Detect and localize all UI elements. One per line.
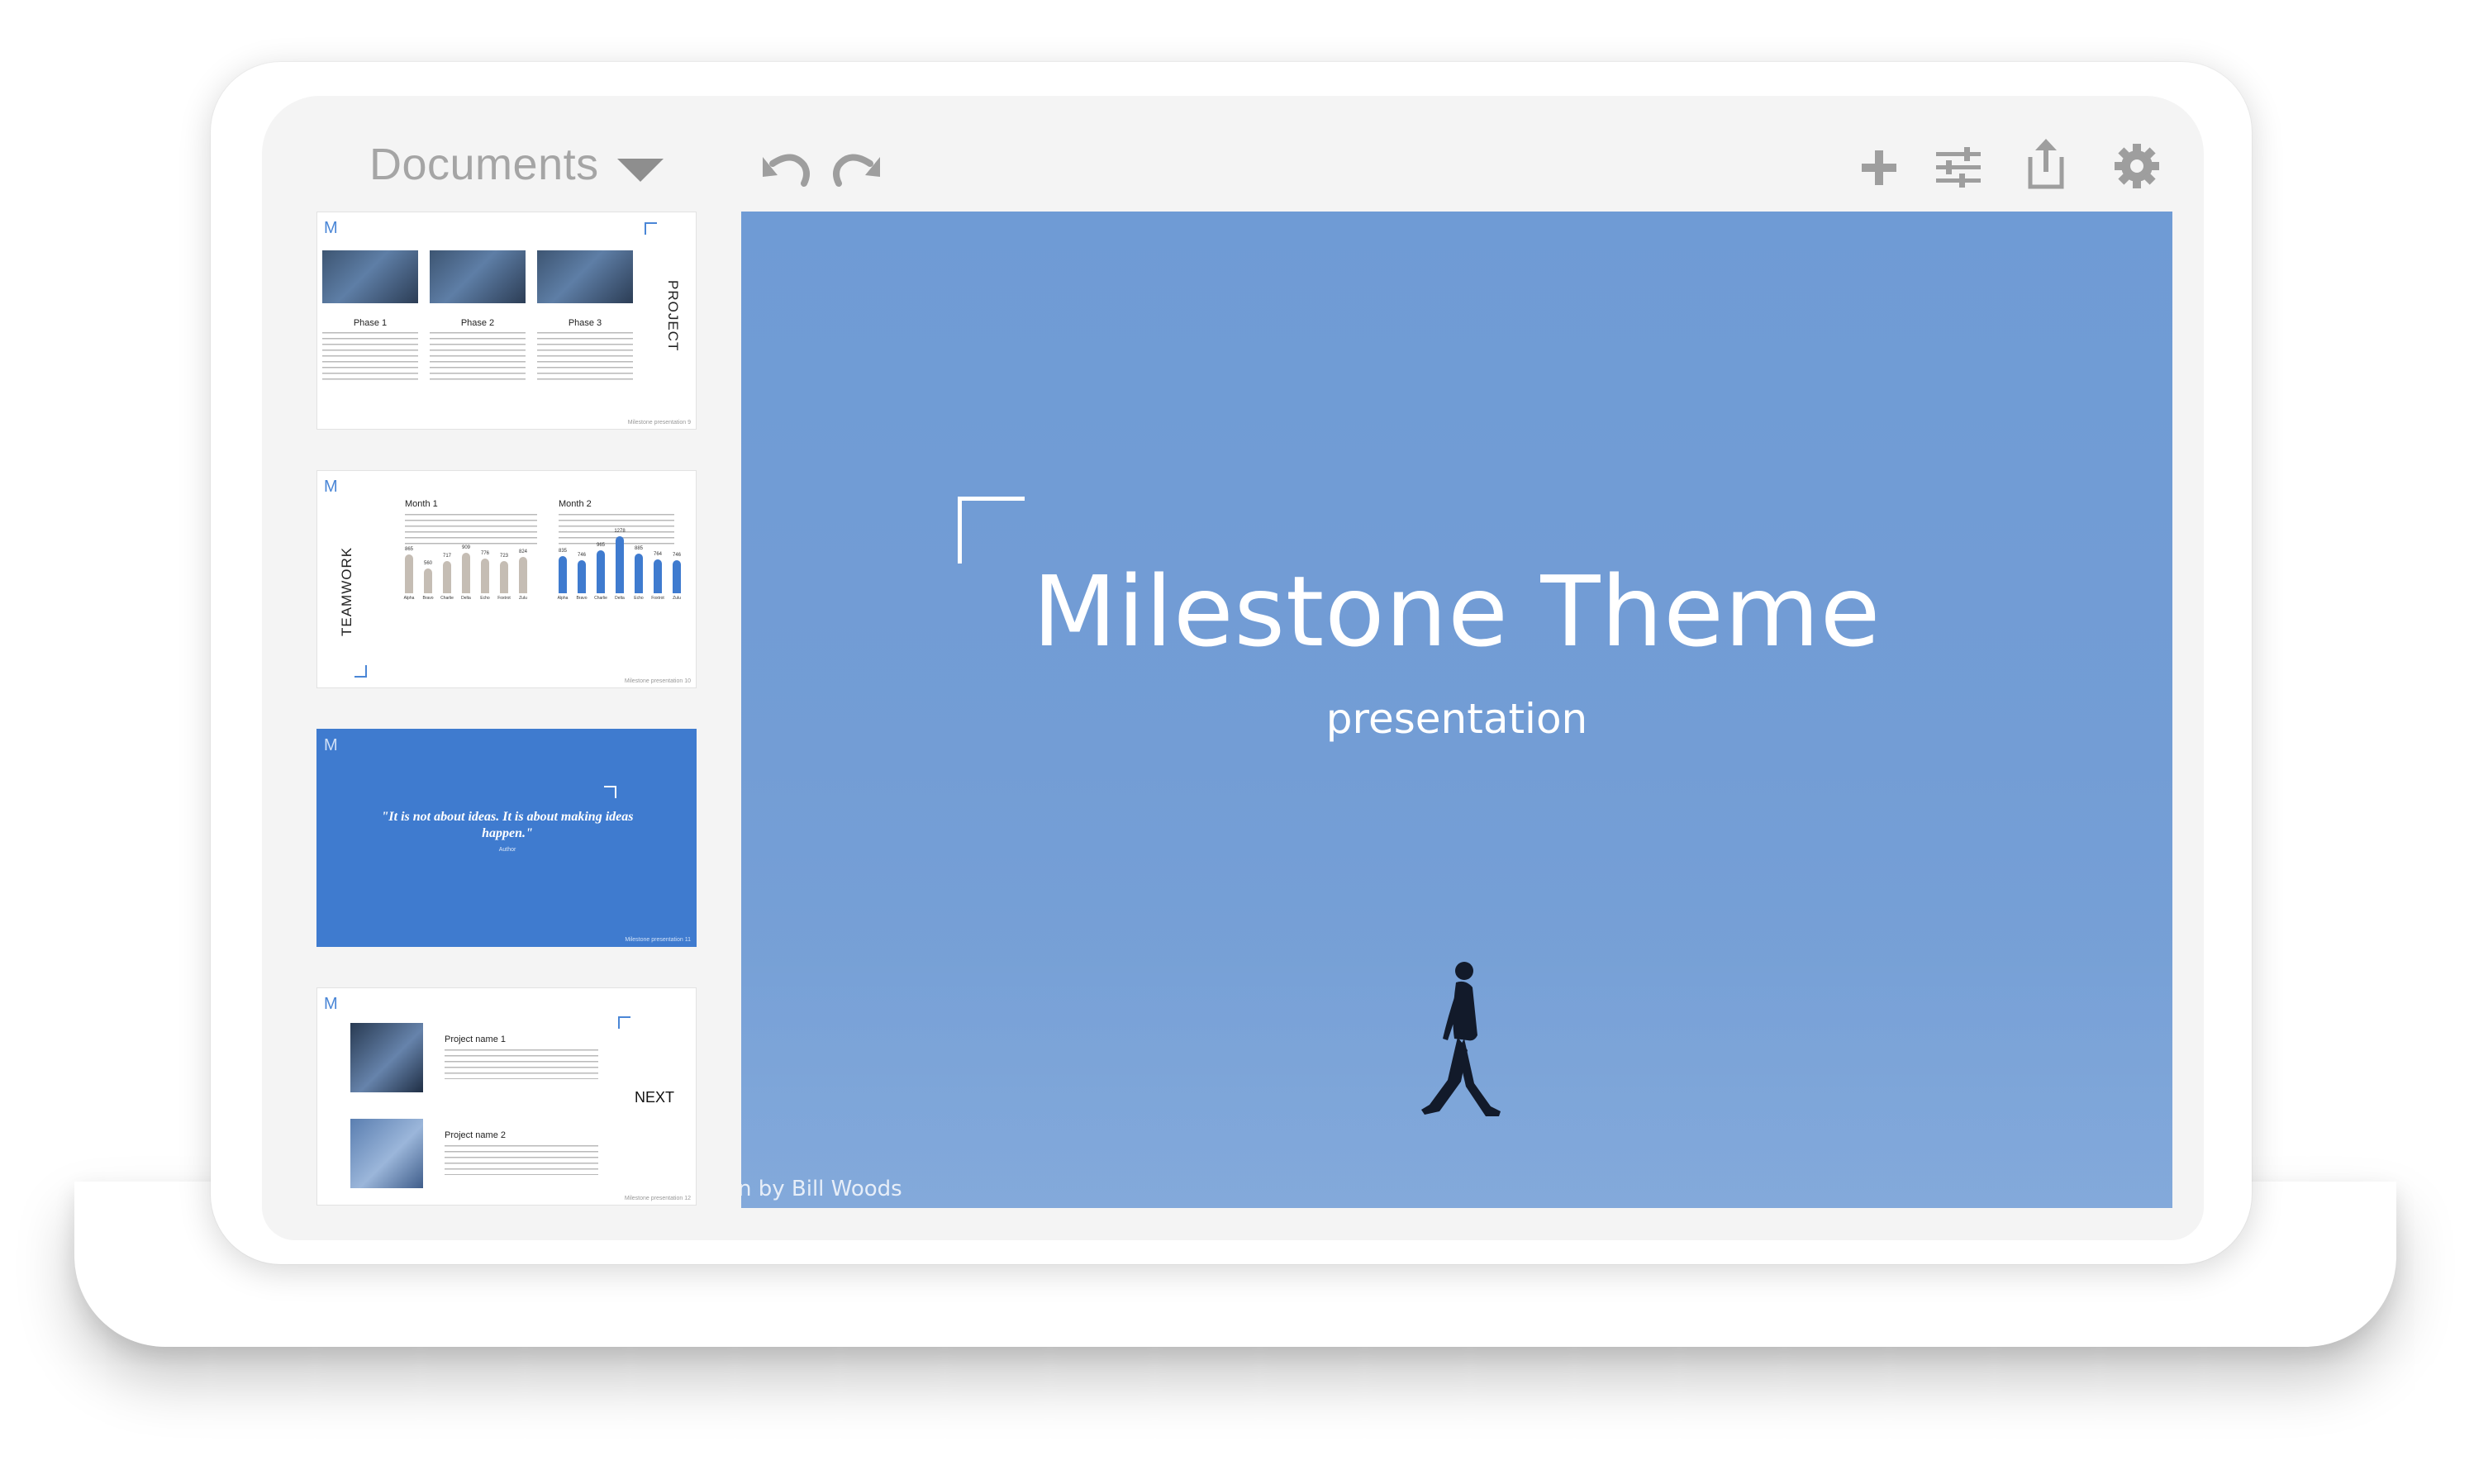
logo-m: M [324, 736, 338, 754]
chart-2-bar-zulu [673, 560, 681, 593]
photo-credit: n by Bill Woods [741, 1177, 902, 1201]
corner-mark-icon [618, 1016, 630, 1029]
slide-footer: Milestone presentation 11 [625, 937, 691, 943]
chart-1-value-label: 824 [518, 549, 527, 554]
chart-2-value-label: 885 [634, 546, 643, 551]
project-1-body [445, 1049, 598, 1079]
project-1-image [350, 1023, 423, 1092]
corner-mark-icon [604, 786, 616, 798]
logo-m: M [324, 995, 338, 1013]
chart-2-category-label: Charlie [594, 596, 607, 601]
phase-2-image [430, 250, 526, 303]
chart-2-category-label: Zulu [673, 596, 681, 601]
slide-thumbnail-4[interactable]: M Project name 1 Project name 2 NEXT Mil… [316, 987, 697, 1206]
teamwork-vertical-label: TEAMWORK [339, 546, 354, 636]
slide-thumbnail-1[interactable]: M Phase 1 Phase 2 Phase 3 PROJECT Milest… [316, 212, 697, 430]
chart-1-category-label: Delta [461, 596, 471, 601]
next-label: NEXT [635, 1089, 675, 1106]
chart-1-value-label: 723 [499, 554, 508, 559]
sliders-icon[interactable] [1934, 145, 1982, 190]
chart-1-bar-zulu [519, 557, 527, 593]
slide-footer: Milestone presentation 9 [627, 420, 691, 426]
chart-2-bar-delta [616, 536, 624, 593]
chart-2-category-label: Foxtrot [651, 596, 664, 601]
chart-2-category-label: Alpha [557, 596, 569, 601]
chart-2-value-label: 746 [577, 553, 586, 558]
chart-1-category-label: Echo [480, 596, 490, 601]
chart-2-value-label: 965 [596, 543, 605, 548]
chart-1-bar-charlie [443, 561, 451, 593]
phase-3-image [537, 250, 633, 303]
chart-1-value-label: 776 [480, 551, 489, 556]
chart-1-category-label: Foxtrot [497, 596, 511, 601]
chart-2-value-label: 764 [653, 552, 662, 557]
chart-2-bar-foxtrot [654, 559, 662, 593]
chart-2-category-label: Echo [634, 596, 644, 601]
phase-1-caption: Phase 1 [353, 318, 388, 328]
corner-mark-icon [645, 222, 657, 235]
chart-2-value-label: 1278 [614, 529, 626, 534]
chart-2-value-label: 835 [558, 549, 567, 554]
phase-3-body [537, 332, 633, 380]
chart-2-bar-alpha [559, 556, 567, 593]
chart-2-category-label: Delta [615, 596, 625, 601]
corner-mark-icon [354, 665, 367, 678]
chart-1-bar-alpha [405, 554, 413, 593]
slide-thumbnail-3[interactable]: M "It is not about ideas. It is about ma… [316, 729, 697, 947]
slide-footer: Milestone presentation 12 [624, 1196, 691, 1201]
chart-1-category-label: Alpha [403, 596, 415, 601]
chart-1-value-label: 717 [442, 554, 451, 559]
quote-author: Author [498, 847, 516, 853]
app-screen: Documents M Phase 1 Phase 2 Phase 3 PROJ… [262, 96, 2204, 1240]
chart-1-value-label: 909 [461, 545, 470, 550]
logo-m: M [324, 219, 338, 237]
project-2-body [445, 1145, 598, 1175]
project-2-title: Project name 2 [445, 1130, 506, 1140]
project-1-title: Project name 1 [445, 1035, 506, 1044]
phase-1-image [322, 250, 418, 303]
slide-subtitle[interactable]: presentation [741, 695, 2172, 743]
quote-text: "It is not about ideas. It is about maki… [381, 810, 634, 840]
slide-title[interactable]: Milestone Theme [741, 554, 2172, 668]
chart-2-value-label: 746 [672, 553, 681, 558]
chart-1-category-label: Bravo [422, 596, 434, 601]
chart-2-bar-charlie [597, 550, 605, 593]
walking-person-image [1415, 959, 1506, 1129]
chart-2-bar-bravo [578, 560, 586, 593]
phase-2-body [430, 332, 526, 380]
chart-1-bar-bravo [424, 568, 432, 593]
chart-1-value-label: 560 [423, 561, 432, 566]
share-icon[interactable] [2025, 137, 2067, 190]
project-2-image [350, 1119, 423, 1188]
month-2-heading: Month 2 [559, 499, 592, 509]
project-vertical-label: PROJECT [665, 280, 681, 352]
slide-corner-mark [958, 497, 1025, 564]
chart-1-category-label: Charlie [440, 596, 454, 601]
gear-icon[interactable] [2113, 142, 2161, 190]
chevron-down-icon[interactable] [617, 159, 664, 182]
chart-1-value-label: 865 [404, 547, 413, 552]
undo-icon[interactable] [759, 147, 811, 192]
chart-2-category-label: Bravo [576, 596, 588, 601]
month-1-heading: Month 1 [405, 499, 438, 509]
phase-2-caption: Phase 2 [460, 318, 495, 328]
chart-1-category-label: Zulu [519, 596, 527, 601]
chart-1-bar-echo [481, 559, 489, 593]
logo-m: M [324, 478, 338, 496]
chart-1-bar-foxtrot [500, 561, 508, 593]
plus-icon[interactable] [1858, 147, 1900, 188]
redo-icon[interactable] [832, 147, 883, 192]
phase-1-body [322, 332, 418, 380]
slide-thumbnail-2[interactable]: M TEAMWORK Month 1 Month 2 865 Alpha 560 Br… [316, 470, 697, 688]
phase-3-caption: Phase 3 [568, 318, 602, 328]
chart-1-bar-delta [462, 553, 470, 593]
slide-footer: Milestone presentation 10 [624, 678, 691, 684]
documents-menu-label[interactable]: Documents [369, 139, 599, 190]
chart-2-bar-echo [635, 554, 643, 593]
main-slide-canvas[interactable]: Milestone Theme presentation n by Bill W… [741, 212, 2172, 1208]
month-1-body [405, 514, 537, 549]
